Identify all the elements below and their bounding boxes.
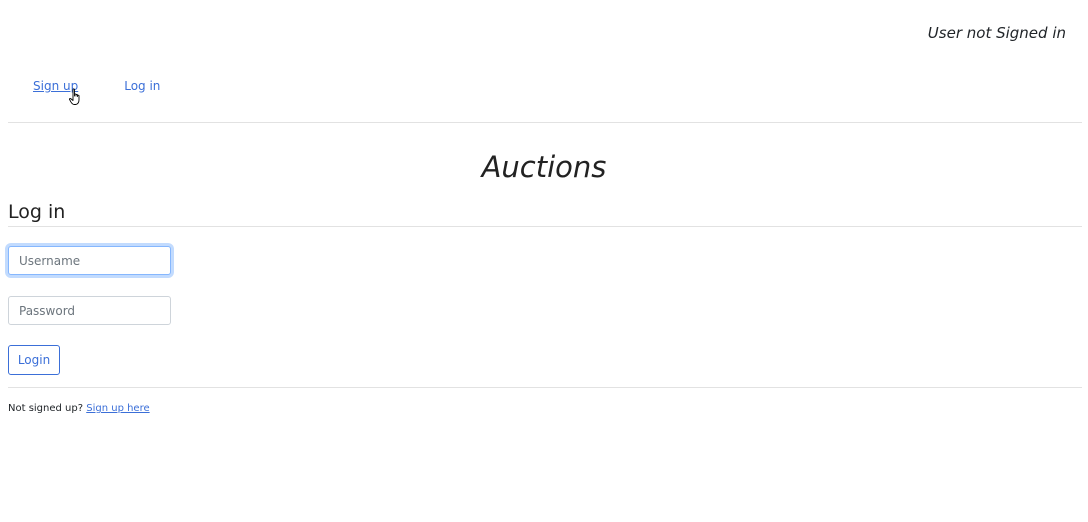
heading-divider [8, 226, 1082, 227]
sign-up-here-link[interactable]: Sign up here [86, 403, 149, 414]
nav-divider [8, 122, 1082, 123]
signup-prompt-text: Not signed up? [8, 403, 84, 414]
hand-pointer-icon [69, 88, 80, 105]
password-input[interactable] [8, 296, 171, 325]
top-nav: Sign up Log in [33, 79, 206, 93]
login-button[interactable]: Login [8, 345, 60, 375]
username-input[interactable] [8, 246, 171, 275]
page-title: Auctions [481, 150, 607, 184]
form-divider [8, 387, 1082, 388]
login-heading: Log in [8, 201, 66, 223]
signup-prompt: Not signed up? Sign up here [8, 403, 150, 414]
nav-log-in-link[interactable]: Log in [124, 79, 160, 93]
auth-status: User not Signed in [927, 24, 1066, 42]
